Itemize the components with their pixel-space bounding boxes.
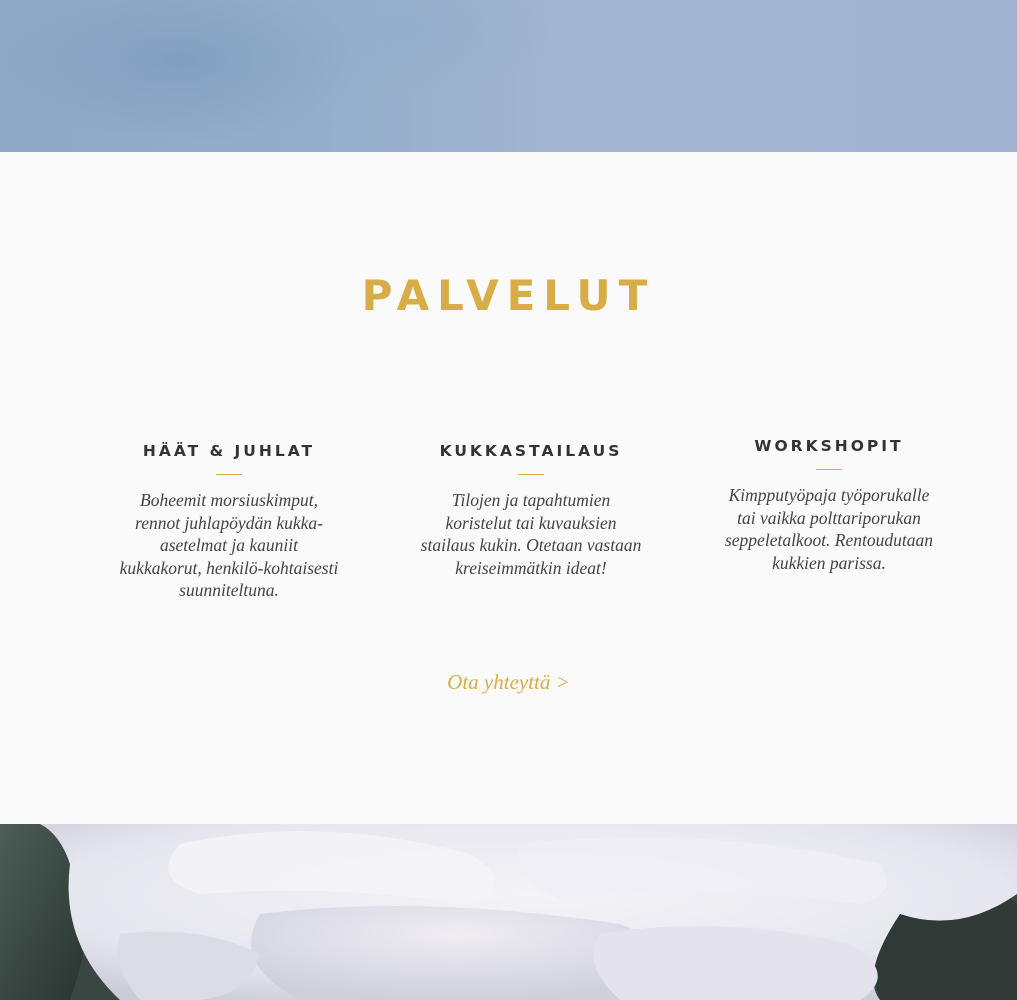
contact-link[interactable]: Ota yhteyttä >	[0, 670, 1017, 695]
service-workshops: WORKSHOPIT Kimpputyöpaja työporukalle ta…	[709, 435, 949, 574]
peony-illustration	[0, 824, 1017, 1000]
service-description: Kimpputyöpaja työporukalle tai vaikka po…	[724, 485, 933, 573]
section-title: PALVELUT	[361, 271, 656, 320]
hero-sky-image	[0, 0, 1017, 152]
service-description: Tilojen ja tapahtumien koristelut tai ku…	[420, 490, 642, 578]
service-heading: WORKSHOPIT	[754, 437, 904, 455]
service-styling: KUKKASTAILAUS Tilojen ja tapahtumien kor…	[411, 440, 651, 579]
service-heading: HÄÄT & JUHLAT	[142, 442, 316, 460]
heading-divider	[216, 474, 242, 475]
service-heading: KUKKASTAILAUS	[439, 442, 623, 460]
hero-peony-image	[0, 824, 1017, 1000]
heading-divider	[518, 474, 544, 475]
heading-divider	[816, 469, 842, 470]
service-weddings: HÄÄT & JUHLAT Boheemit morsiuskimput, re…	[109, 440, 349, 602]
services-section: PALVELUT HÄÄT & JUHLAT Boheemit morsiusk…	[0, 152, 1017, 824]
service-description: Boheemit morsiuskimput, rennot juhlapöyd…	[119, 490, 339, 600]
